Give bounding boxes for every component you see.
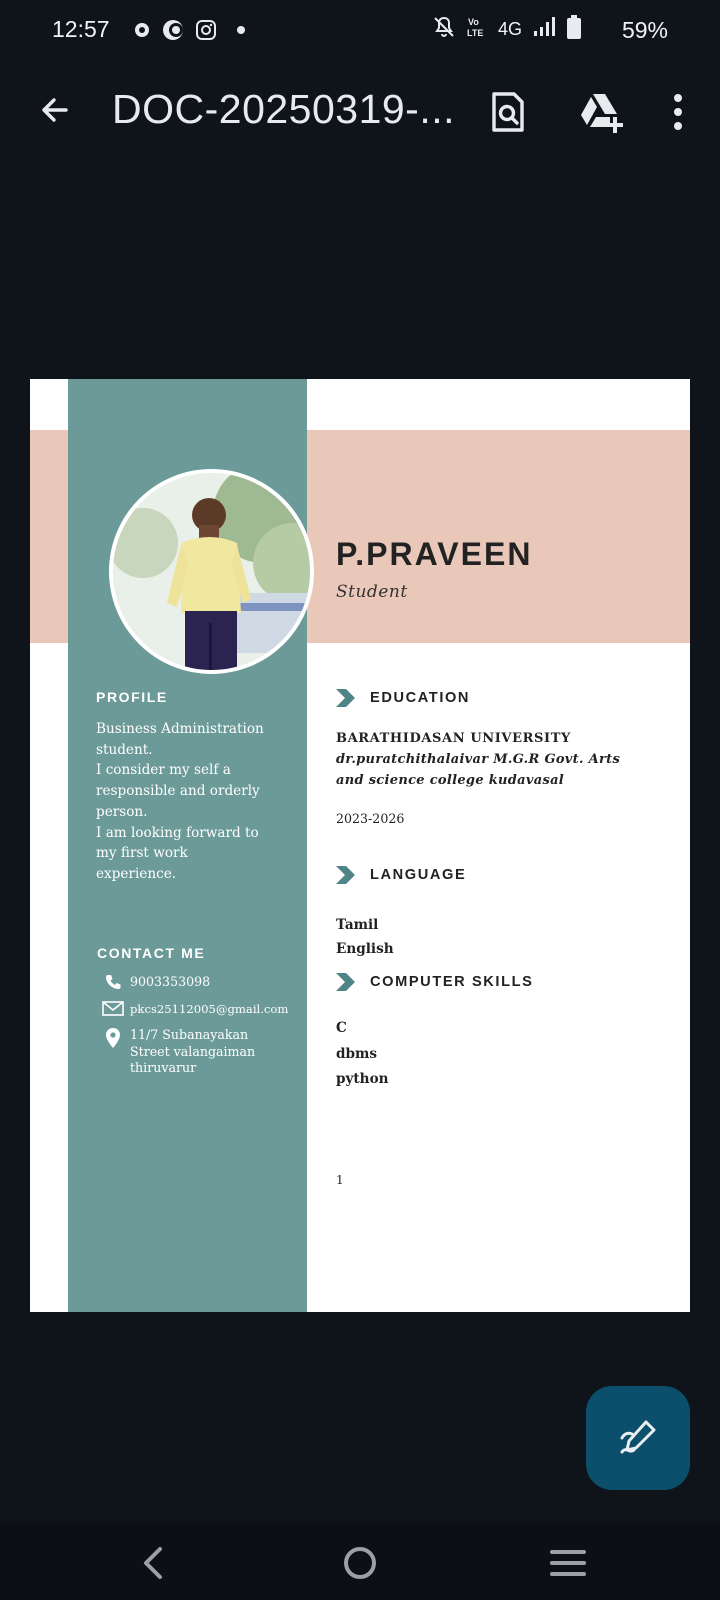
contact-heading: CONTACT ME bbox=[97, 945, 206, 961]
status-time: 12:57 bbox=[52, 16, 110, 42]
education-section-header: EDUCATION bbox=[336, 689, 470, 707]
document-title: DOC-20250319-... bbox=[112, 86, 456, 132]
chevron-arrow-icon bbox=[336, 866, 355, 884]
profile-line: person. bbox=[96, 803, 148, 820]
more-vert-icon bbox=[674, 94, 682, 130]
resume-role: Student bbox=[336, 582, 408, 602]
resume-name: P.PRAVEEN bbox=[336, 536, 533, 572]
skills-heading: COMPUTER SKILLS bbox=[370, 974, 534, 990]
skill-item: C bbox=[336, 1020, 347, 1036]
svg-text:LTE: LTE bbox=[467, 28, 483, 38]
profile-line: my first work bbox=[96, 845, 188, 862]
skill-item: dbms bbox=[336, 1046, 378, 1062]
phone-number: 9003353098 bbox=[130, 974, 211, 989]
page-number: 1 bbox=[336, 1173, 344, 1187]
profile-heading: PROFILE bbox=[96, 689, 168, 705]
nav-back-button[interactable] bbox=[130, 1539, 178, 1587]
college-line: dr.puratchithalaivar M.G.R Govt. Arts bbox=[336, 752, 621, 767]
skills-section-header: COMPUTER SKILLS bbox=[336, 973, 533, 991]
battery-icon bbox=[566, 14, 582, 45]
back-button[interactable] bbox=[28, 84, 80, 136]
language-item: Tamil bbox=[336, 917, 379, 933]
contact-email: pkcs25112005@gmail.com bbox=[96, 1001, 288, 1018]
instagram-icon bbox=[194, 18, 218, 42]
email-icon bbox=[96, 1001, 130, 1016]
phone-icon bbox=[96, 974, 130, 990]
nav-menu-icon bbox=[550, 1550, 586, 1576]
more-options-button[interactable] bbox=[650, 84, 706, 140]
nav-recents-button[interactable] bbox=[544, 1539, 592, 1587]
profile-line: student. bbox=[96, 741, 153, 758]
education-years: 2023-2026 bbox=[336, 811, 405, 826]
college-name: dr.puratchithalaivar M.G.R Govt. Arts an… bbox=[336, 749, 636, 791]
add-to-drive-button[interactable] bbox=[572, 84, 628, 140]
email-address: pkcs25112005@gmail.com bbox=[130, 1002, 289, 1016]
document-page[interactable]: P.PRAVEEN Student PROFILE Business Admin… bbox=[30, 379, 690, 1312]
signal-icon bbox=[532, 16, 556, 43]
language-section-header: LANGUAGE bbox=[336, 866, 466, 884]
address-line: thiruvarur bbox=[130, 1060, 197, 1075]
profile-line: experience. bbox=[96, 865, 177, 882]
edit-fab-button[interactable] bbox=[586, 1386, 690, 1490]
skill-item: python bbox=[336, 1071, 389, 1087]
education-heading: EDUCATION bbox=[370, 690, 471, 706]
profile-line: I consider my self a bbox=[96, 762, 231, 779]
profile-line: Business Administration bbox=[96, 721, 264, 737]
status-bar: 12:57 Vo LTE 4G 59% bbox=[0, 0, 720, 62]
network-type: 4G bbox=[497, 19, 522, 39]
profile-text: Business Administration student. I consi… bbox=[96, 719, 276, 885]
app-notification-icon bbox=[130, 18, 154, 42]
search-doc-icon bbox=[492, 92, 524, 132]
system-nav-bar bbox=[0, 1521, 720, 1600]
nav-home-button[interactable] bbox=[336, 1539, 384, 1587]
address-line: 11/7 Subanayakan bbox=[130, 1027, 249, 1042]
svg-text:Vo: Vo bbox=[468, 17, 479, 27]
moon-icon bbox=[161, 18, 185, 42]
contact-phone: 9003353098 bbox=[96, 974, 210, 991]
address-line: Street valangaiman bbox=[130, 1043, 256, 1059]
chevron-arrow-icon bbox=[336, 689, 355, 707]
dot-icon bbox=[229, 18, 253, 42]
profile-line: responsible and orderly bbox=[96, 783, 260, 800]
university-name: BARATHIDASAN UNIVERSITY bbox=[336, 731, 571, 746]
back-arrow-icon bbox=[42, 98, 68, 122]
edit-pen-icon bbox=[620, 1420, 656, 1454]
profile-photo bbox=[109, 469, 314, 674]
college-line: and science college kudavasal bbox=[336, 773, 565, 788]
status-indicators: Vo LTE 4G bbox=[432, 14, 582, 45]
language-heading: LANGUAGE bbox=[370, 867, 467, 883]
chevron-arrow-icon bbox=[336, 973, 355, 991]
mute-bell-icon bbox=[432, 15, 456, 44]
drive-add-icon bbox=[581, 94, 623, 133]
contact-address: 11/7 Subanayakan Street valangaiman thir… bbox=[96, 1027, 255, 1077]
volte-icon: Vo LTE bbox=[466, 15, 488, 44]
nav-back-icon bbox=[144, 1547, 162, 1579]
find-in-document-button[interactable] bbox=[480, 84, 536, 140]
nav-home-icon bbox=[344, 1547, 376, 1579]
app-bar: DOC-20250319-... bbox=[0, 62, 720, 162]
profile-line: I am looking forward to bbox=[96, 824, 259, 841]
language-item: English bbox=[336, 941, 394, 957]
battery-percent: 59% bbox=[621, 17, 668, 43]
location-pin-icon bbox=[96, 1027, 130, 1049]
